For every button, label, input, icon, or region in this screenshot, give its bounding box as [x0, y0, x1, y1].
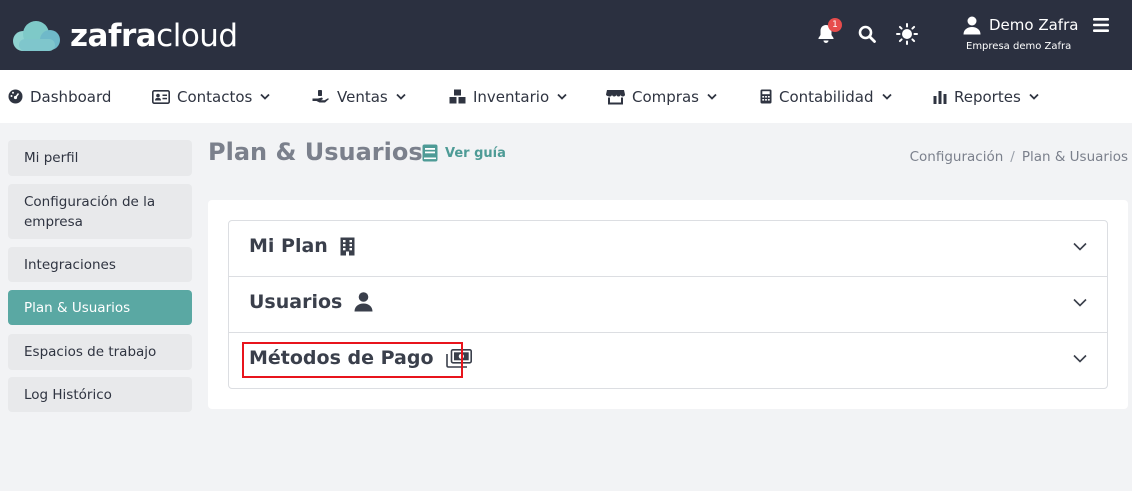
- accordion-metodos-pago-label: Métodos de Pago: [249, 347, 434, 369]
- accordion-metodos-pago[interactable]: Métodos de Pago: [229, 333, 1107, 389]
- sidebar-item-plan-usuarios[interactable]: Plan & Usuarios: [8, 290, 192, 325]
- cloud-logo-icon: [13, 21, 60, 51]
- sidebar-item-mi-perfil[interactable]: Mi perfil: [8, 140, 192, 176]
- guide-link-label: Ver guía: [445, 145, 506, 161]
- bar-chart-icon: [933, 90, 947, 104]
- calculator-icon: [760, 89, 772, 104]
- theme-toggle-button[interactable]: [895, 22, 919, 46]
- hamburger-menu-button[interactable]: [1092, 16, 1110, 34]
- chevron-down-icon: [1073, 298, 1087, 307]
- sidebar-item-configuracion-empresa[interactable]: Configuración de la empresa: [8, 184, 192, 239]
- accordion-usuarios[interactable]: Usuarios: [229, 277, 1107, 333]
- nav-inventario[interactable]: Inventario: [449, 70, 567, 123]
- nav-ventas[interactable]: Ventas: [312, 70, 406, 123]
- nav-reportes[interactable]: Reportes: [933, 70, 1039, 123]
- breadcrumb-separator: /: [1010, 149, 1015, 165]
- breadcrumb-configuracion[interactable]: Configuración: [910, 149, 1004, 165]
- nav-dashboard[interactable]: Dashboard: [8, 70, 111, 123]
- main-navbar: Dashboard Contactos Ventas Inventario Co…: [0, 70, 1132, 123]
- hand-money-icon: [312, 89, 329, 102]
- nav-compras[interactable]: Compras: [606, 70, 717, 123]
- breadcrumb-current: Plan & Usuarios: [1021, 149, 1128, 165]
- nav-contactos[interactable]: Contactos: [152, 70, 270, 123]
- money-bills-icon: [445, 348, 472, 368]
- chevron-down-icon: [1073, 242, 1087, 251]
- accordion-mi-plan[interactable]: Mi Plan: [229, 221, 1107, 277]
- sidebar-item-espacios-trabajo[interactable]: Espacios de trabajo: [8, 334, 192, 370]
- book-icon: [422, 144, 438, 162]
- notification-badge: 1: [828, 18, 842, 32]
- chevron-down-icon: [707, 93, 717, 100]
- accordion-mi-plan-label: Mi Plan: [249, 235, 328, 257]
- top-header: zafracloud 1 Demo Zafra Empresa demo Zaf…: [0, 0, 1132, 70]
- user-name: Demo Zafra: [989, 16, 1079, 34]
- building-icon: [340, 237, 355, 255]
- chevron-down-icon: [1029, 93, 1039, 100]
- nav-contabilidad[interactable]: Contabilidad: [760, 70, 892, 123]
- store-icon: [606, 89, 625, 104]
- boxes-icon: [449, 89, 466, 104]
- chevron-down-icon: [557, 93, 567, 100]
- notifications-button[interactable]: 1: [814, 18, 842, 46]
- company-name: Empresa demo Zafra: [966, 41, 1072, 52]
- breadcrumb: Configuración / Plan & Usuarios: [910, 149, 1128, 165]
- settings-accordion: Mi Plan Usuarios Métodos de Pago: [228, 220, 1108, 389]
- user-icon: [963, 16, 981, 34]
- chevron-down-icon: [260, 93, 270, 100]
- sidebar-item-integraciones[interactable]: Integraciones: [8, 247, 192, 282]
- page-title: Plan & Usuarios: [208, 138, 423, 166]
- user-menu[interactable]: Demo Zafra Empresa demo Zafra: [963, 14, 1103, 58]
- chevron-down-icon: [1073, 354, 1087, 363]
- hamburger-menu-icon: [1093, 18, 1109, 32]
- logo-text: zafracloud: [70, 18, 238, 54]
- user-icon: [354, 292, 373, 312]
- search-button[interactable]: [855, 22, 879, 46]
- plan-users-card: Mi Plan Usuarios Métodos de Pago: [208, 200, 1128, 409]
- sun-icon: [896, 23, 918, 45]
- search-icon: [858, 25, 876, 43]
- contact-card-icon: [152, 89, 170, 104]
- sidebar-item-log-historico[interactable]: Log Histórico: [8, 377, 192, 412]
- accordion-usuarios-label: Usuarios: [249, 291, 343, 313]
- gauge-icon: [8, 89, 23, 104]
- chevron-down-icon: [396, 93, 406, 100]
- chevron-down-icon: [881, 93, 892, 100]
- guide-link[interactable]: Ver guía: [422, 144, 506, 162]
- app-logo[interactable]: zafracloud: [10, 16, 238, 56]
